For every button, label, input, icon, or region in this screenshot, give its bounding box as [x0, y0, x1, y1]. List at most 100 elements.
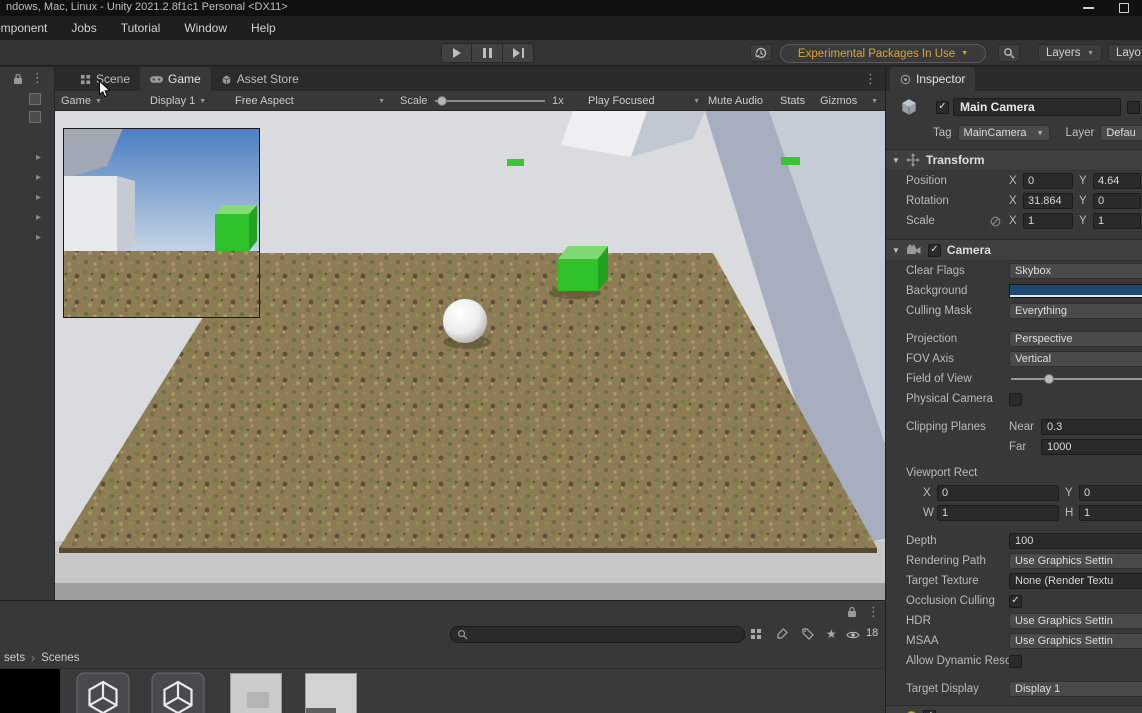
restore-button[interactable] — [1119, 3, 1129, 13]
asset-thumbnail-scene[interactable] — [75, 671, 131, 713]
panel-menu-icon[interactable]: ⋮ — [867, 605, 880, 618]
lock-icon[interactable] — [847, 606, 857, 618]
menu-item-window[interactable]: Window — [172, 16, 239, 40]
aspect-ratio-dropdown[interactable]: Free Aspect ▼ — [235, 91, 385, 111]
layers-dropdown[interactable]: Layers ▼ — [1038, 44, 1102, 62]
search-by-type-icon[interactable] — [750, 628, 762, 640]
menu-item-tutorial[interactable]: Tutorial — [109, 16, 173, 40]
tab-game[interactable]: Game — [140, 67, 211, 91]
play-focused-dropdown[interactable]: Play Focused ▼ — [588, 91, 700, 111]
viewport-h-field[interactable]: 1 — [1079, 505, 1142, 521]
foldout-chevron-icon[interactable]: ▸ — [36, 233, 41, 243]
clipping-planes-far-row: Far 1000 — [886, 437, 1142, 457]
tag-dropdown[interactable]: MainCamera ▼ — [957, 125, 1050, 141]
hdr-dropdown[interactable]: Use Graphics Settin — [1009, 613, 1142, 629]
asset-thumbnail-scene[interactable] — [150, 671, 206, 713]
game-viewport[interactable] — [55, 111, 885, 601]
component-enabled-checkbox[interactable]: ✓ — [922, 709, 936, 713]
foldout-icon[interactable]: ▼ — [892, 246, 900, 255]
mute-audio-toggle[interactable]: Mute Audio — [708, 91, 763, 111]
slider-handle[interactable] — [1044, 374, 1054, 384]
layer-dropdown[interactable]: Defau — [1100, 125, 1142, 141]
rendering-path-dropdown[interactable]: Use Graphics Settin — [1009, 553, 1142, 569]
far-field[interactable]: 1000 — [1041, 439, 1142, 455]
position-y-field[interactable]: 4.64 — [1093, 173, 1141, 189]
play-button[interactable] — [441, 43, 472, 63]
project-search-input[interactable] — [450, 626, 745, 643]
asset-thumbnail-black[interactable] — [0, 669, 60, 713]
viewport-w-field[interactable]: 1 — [937, 505, 1059, 521]
minimize-button[interactable] — [1083, 7, 1094, 9]
rotation-x-field[interactable]: 31.864 — [1023, 193, 1073, 209]
panel-menu-icon[interactable]: ⋮ — [31, 71, 44, 84]
slider-handle[interactable] — [437, 96, 447, 106]
game-viewport-scene — [55, 111, 885, 601]
experimental-packages-dropdown[interactable]: Experimental Packages In Use ▼ — [780, 44, 986, 63]
pause-button[interactable] — [472, 43, 503, 63]
msaa-dropdown[interactable]: Use Graphics Settin — [1009, 633, 1142, 649]
viewport-x-field[interactable]: 0 — [937, 485, 1059, 501]
layout-dropdown[interactable]: Layo — [1108, 44, 1142, 62]
foldout-chevron-icon[interactable]: ▸ — [36, 173, 41, 183]
constrain-proportions-icon[interactable] — [990, 216, 1001, 227]
gameobject-enabled-checkbox[interactable]: ✓ — [936, 100, 949, 114]
panel-icon[interactable] — [29, 93, 41, 105]
target-texture-field[interactable]: None (Render Textu — [1009, 573, 1142, 589]
menu-item-help[interactable]: Help — [239, 16, 288, 40]
field-of-view-slider[interactable] — [1009, 371, 1142, 387]
foldout-chevron-icon[interactable]: ▸ — [36, 153, 41, 163]
lock-icon[interactable] — [13, 73, 23, 85]
menu-item-component[interactable]: omponent — [0, 16, 59, 40]
asset-thumbnail-preview[interactable] — [230, 673, 282, 713]
brush-icon[interactable] — [776, 628, 788, 640]
project-panel-header: ⋮ — [0, 601, 885, 623]
game-view-mode-dropdown[interactable]: Game ▼ — [61, 91, 102, 111]
static-checkbox[interactable] — [1127, 100, 1140, 114]
position-x-field[interactable]: 0 — [1023, 173, 1073, 189]
global-search-button[interactable] — [998, 44, 1020, 62]
occlusion-culling-checkbox[interactable]: ✓ — [1009, 594, 1022, 608]
fov-axis-dropdown[interactable]: Vertical▼ — [1009, 351, 1142, 367]
display-dropdown[interactable]: Display 1 ▼ — [150, 91, 206, 111]
projection-dropdown[interactable]: Perspective▼ — [1009, 331, 1142, 347]
tab-scene[interactable]: Scene — [70, 67, 140, 91]
rotation-y-field[interactable]: 0 — [1093, 193, 1141, 209]
scale-y-field[interactable]: 1 — [1093, 213, 1141, 229]
gameobject-name-field[interactable]: Main Camera — [953, 98, 1121, 116]
menu-item-jobs[interactable]: Jobs — [59, 16, 108, 40]
camera-enabled-checkbox[interactable]: ✓ — [927, 243, 941, 257]
step-button[interactable] — [503, 43, 534, 63]
next-component-header[interactable]: ▼ ✓ — [886, 705, 1142, 713]
near-field[interactable]: 0.3 — [1041, 419, 1142, 435]
depth-field[interactable]: 100 — [1009, 533, 1142, 549]
panel-icon[interactable] — [29, 111, 41, 123]
physical-camera-checkbox[interactable] — [1009, 392, 1022, 406]
tab-asset-store[interactable]: Asset Store — [211, 67, 309, 91]
chevron-down-icon: ▼ — [871, 97, 878, 105]
scale-slider[interactable] — [435, 91, 545, 111]
stats-toggle[interactable]: Stats — [780, 91, 805, 111]
allow-dynamic-resolution-checkbox[interactable] — [1009, 654, 1022, 668]
culling-mask-dropdown[interactable]: Everything▼ — [1009, 303, 1142, 319]
hidden-count-eye-icon[interactable] — [846, 630, 860, 640]
camera-component-header[interactable]: ▼ ✓ Camera — [886, 239, 1142, 261]
viewport-y-field[interactable]: 0 — [1079, 485, 1142, 501]
gizmos-dropdown[interactable]: Gizmos ▼ — [820, 91, 878, 111]
background-color-swatch[interactable] — [1009, 284, 1142, 298]
transform-component-header[interactable]: ▼ Transform — [886, 149, 1142, 171]
clear-flags-dropdown[interactable]: Skybox▼ — [1009, 263, 1142, 279]
scale-x-field[interactable]: 1 — [1023, 213, 1073, 229]
save-search-star-icon[interactable]: ★ — [826, 627, 837, 641]
breadcrumb-root[interactable]: sets — [4, 652, 25, 664]
breadcrumb-current[interactable]: Scenes — [41, 652, 79, 664]
target-display-dropdown[interactable]: Display 1 — [1009, 681, 1142, 697]
undo-history-button[interactable] — [750, 44, 772, 62]
asset-thumbnail-preview[interactable] — [305, 673, 357, 713]
panel-menu-icon[interactable]: ⋮ — [864, 72, 877, 85]
chevron-down-icon: ▼ — [1087, 49, 1094, 57]
foldout-icon[interactable]: ▼ — [892, 156, 900, 165]
tab-inspector[interactable]: Inspector — [890, 67, 976, 91]
search-by-label-icon[interactable] — [802, 628, 814, 640]
foldout-chevron-icon[interactable]: ▸ — [36, 213, 41, 223]
foldout-chevron-icon[interactable]: ▸ — [36, 193, 41, 203]
